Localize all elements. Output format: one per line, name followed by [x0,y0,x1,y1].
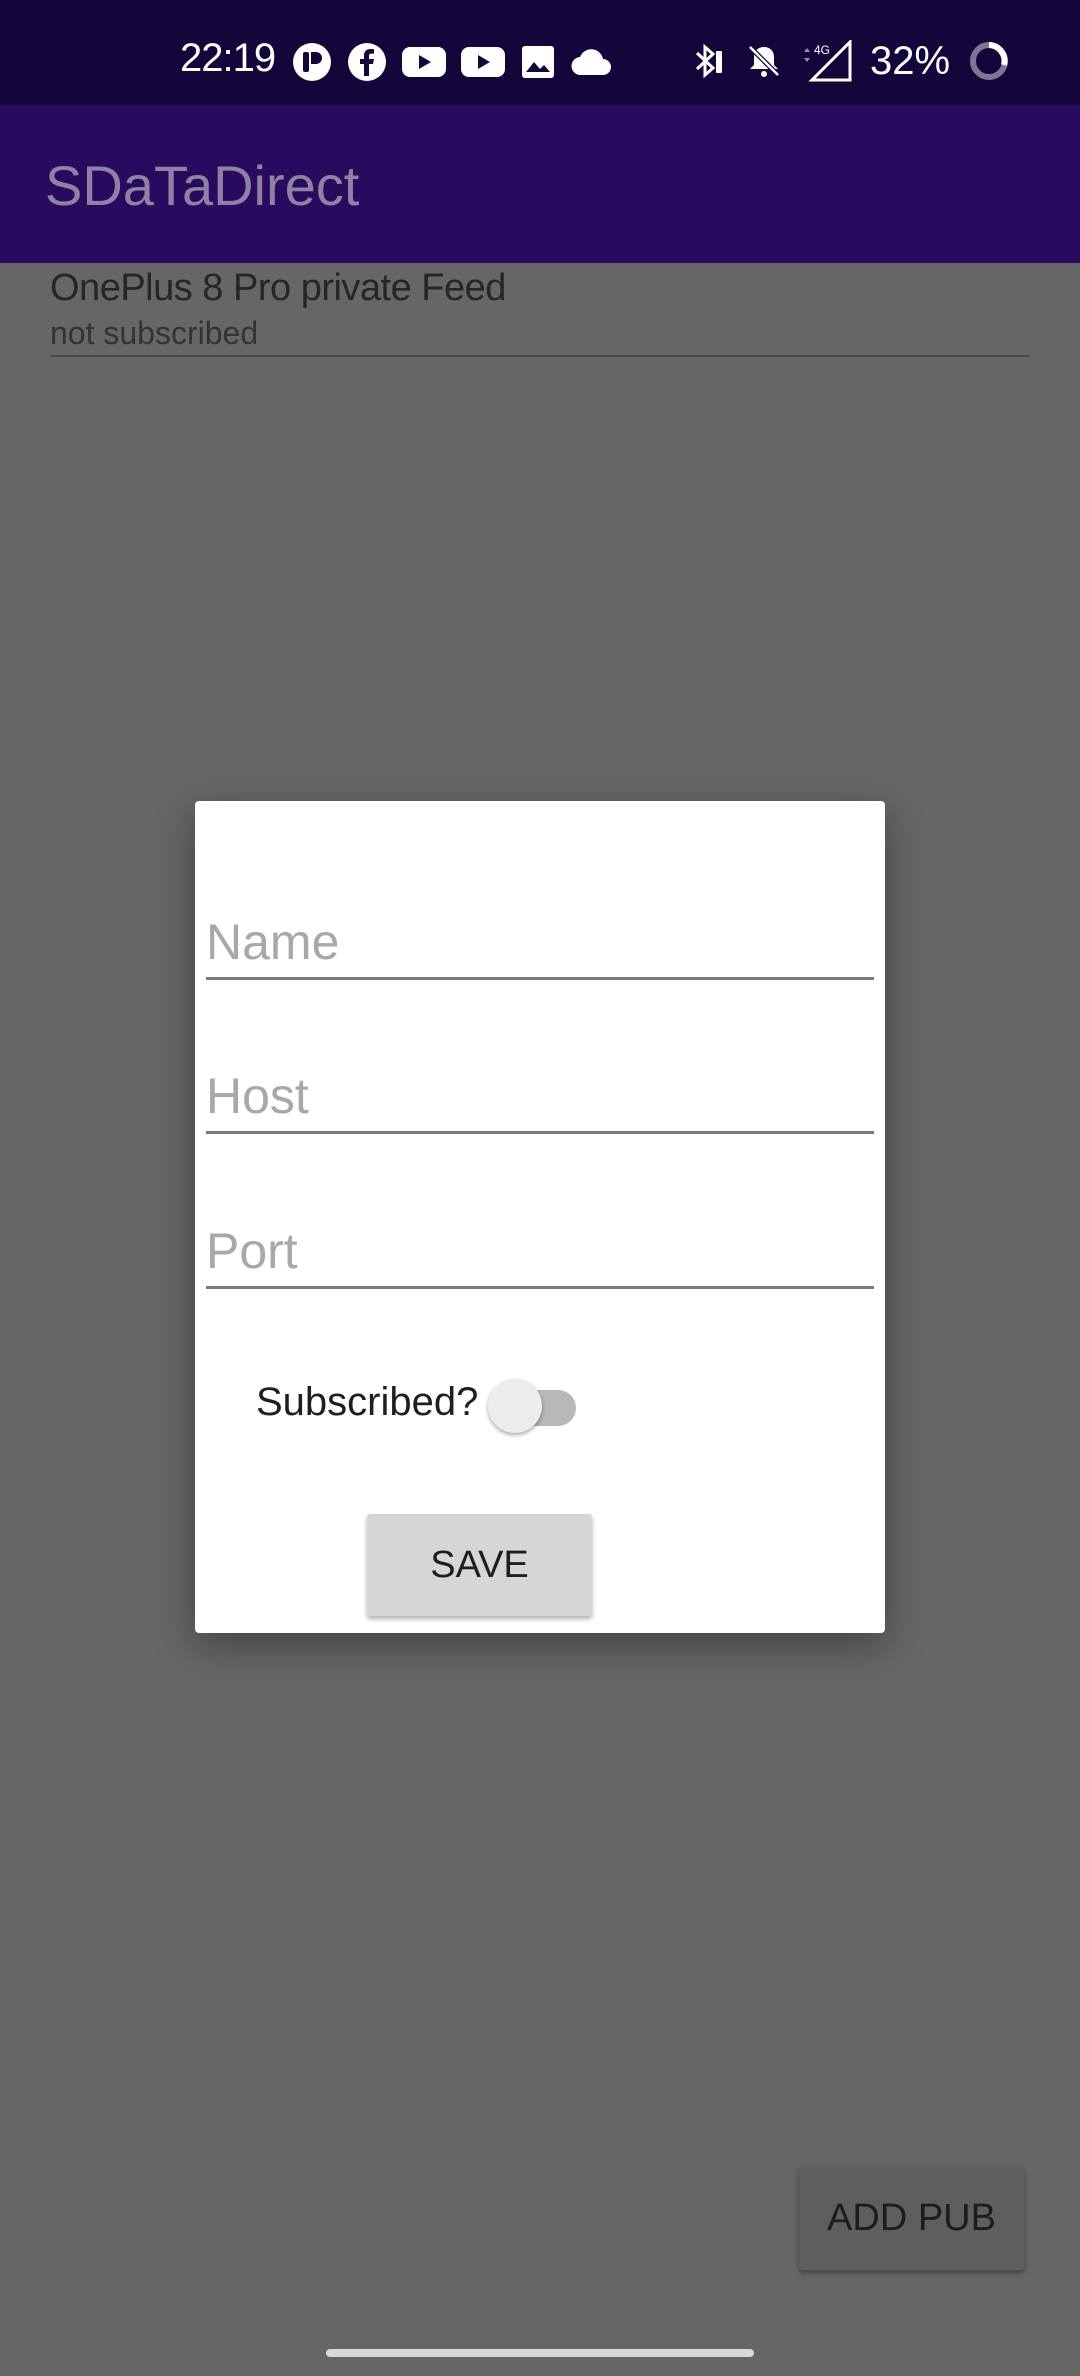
host-input[interactable] [206,1067,874,1125]
subscribed-label: Subscribed? [256,1379,479,1424]
app-p-icon [292,42,332,82]
status-bar: 22:19 4G 32% [0,0,1080,105]
name-field [206,907,874,980]
notification-icons [292,40,613,84]
battery-percent: 32% [870,38,951,83]
bell-off-icon [744,41,784,81]
battery-ring-icon [968,40,1010,82]
svg-text:4G: 4G [814,43,830,57]
add-pub-button[interactable]: ADD PUB [799,2167,1024,2270]
save-button[interactable]: SAVE [367,1514,592,1616]
cloud-icon [571,47,613,77]
name-input[interactable] [206,913,874,971]
app-title: SDaTaDirect [45,154,360,217]
signal-4g-icon: 4G [802,40,852,82]
host-field [206,1061,874,1134]
system-icons: 4G 32% [686,36,1010,86]
home-indicator[interactable] [326,2349,754,2357]
gallery-icon [520,44,556,80]
port-field [206,1216,874,1289]
app-bar: SDaTaDirect [0,105,1080,263]
facebook-icon [347,42,387,82]
port-input[interactable] [206,1222,874,1280]
list-item[interactable]: OnePlus 8 Pro private Feed not subscribe… [50,263,1030,357]
bluetooth-icon [686,41,726,81]
add-feed-dialog: Subscribed? SAVE [195,801,885,1633]
status-time: 22:19 [180,36,276,80]
subscribed-row: Subscribed? [256,1371,582,1433]
feed-status: not subscribed [50,315,259,351]
subscribed-switch[interactable] [486,1371,582,1433]
youtube-icon [402,45,446,79]
feed-title: OnePlus 8 Pro private Feed [50,267,506,309]
youtube-icon [461,45,505,79]
switch-thumb [488,1379,543,1433]
